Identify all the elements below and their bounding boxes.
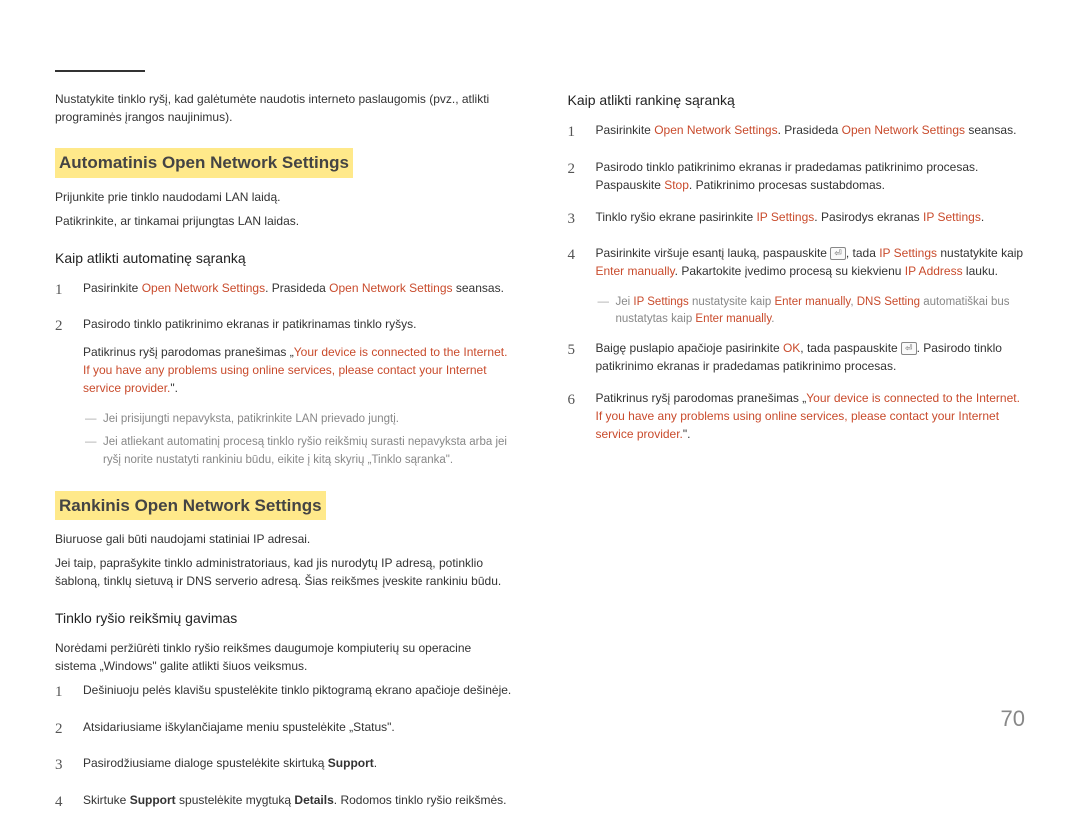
manual-steps: 1 Pasirinkite Open Network Settings. Pra…: [568, 121, 1026, 280]
values-step-2: 2 Atsidariusiame iškylančiajame meniu sp…: [55, 718, 513, 741]
auto-step-2: 2 Pasirodo tinklo patikrinimo ekranas ir…: [55, 315, 513, 397]
step-number: 1: [568, 121, 582, 144]
note-manual: Jei atliekant automatinį procesą tinklo …: [85, 434, 513, 469]
auto-p1: Prijunkite prie tinklo naudodami LAN lai…: [55, 188, 513, 206]
step-number: 2: [568, 158, 582, 194]
step-text: Skirtuke Support spustelėkite mygtuką De…: [83, 791, 513, 814]
step-text: Pasirinkite viršuje esantį lauką, paspau…: [596, 244, 1026, 280]
heading-manual-setup: Kaip atlikti rankinę sąranką: [568, 90, 1026, 111]
values-steps: 1 Dešiniuoju pelės klavišu spustelėkite …: [55, 681, 513, 813]
step-text: Patikrinus ryšį parodomas pranešimas „Yo…: [596, 389, 1026, 443]
step-number: 3: [568, 208, 582, 231]
step-text: Baigę puslapio apačioje pasirinkite OK, …: [596, 339, 1026, 375]
page-number: 70: [1001, 702, 1025, 735]
heading-manual-ons: Rankinis Open Network Settings: [55, 491, 326, 521]
manual-step-2: 2 Pasirodo tinklo patikrinimo ekranas ir…: [568, 158, 1026, 194]
step-text: Pasirinkite Open Network Settings. Prasi…: [83, 279, 513, 302]
step-number: 3: [55, 754, 69, 777]
manual-steps-cont: 5 Baigę puslapio apačioje pasirinkite OK…: [568, 339, 1026, 443]
manual-step-1: 1 Pasirinkite Open Network Settings. Pra…: [568, 121, 1026, 144]
step-number: 2: [55, 718, 69, 741]
auto-notes: Jei prisijungti nepavyksta, patikrinkite…: [85, 411, 513, 469]
step-number: 4: [568, 244, 582, 280]
step-number: 5: [568, 339, 582, 375]
step-number: 2: [55, 315, 69, 397]
intro-text: Nustatykite tinklo ryšį, kad galėtumėte …: [55, 90, 513, 126]
header-rule: [55, 70, 145, 72]
values-step-1: 1 Dešiniuoju pelės klavišu spustelėkite …: [55, 681, 513, 704]
note-ip-dns: Jei IP Settings nustatysite kaip Enter m…: [598, 294, 1026, 329]
step-text: Tinklo ryšio ekrane pasirinkite IP Setti…: [596, 208, 1026, 231]
manual-step-6: 6 Patikrinus ryšį parodomas pranešimas „…: [568, 389, 1026, 443]
right-column: Kaip atlikti rankinę sąranką 1 Pasirinki…: [568, 90, 1026, 827]
note-lan: Jei prisijungti nepavyksta, patikrinkite…: [85, 411, 513, 428]
enter-key-icon: ⏎: [901, 342, 917, 355]
step-text: Atsidariusiame iškylančiajame meniu spus…: [83, 718, 513, 741]
step-number: 1: [55, 681, 69, 704]
values-step-3: 3 Pasirodžiusiame dialoge spustelėkite s…: [55, 754, 513, 777]
values-step-4: 4 Skirtuke Support spustelėkite mygtuką …: [55, 791, 513, 814]
manual-p1: Biuruose gali būti naudojami statiniai I…: [55, 530, 513, 548]
step-text: Dešiniuoju pelės klavišu spustelėkite ti…: [83, 681, 513, 704]
manual-step-4: 4 Pasirinkite viršuje esantį lauką, pasp…: [568, 244, 1026, 280]
step-number: 1: [55, 279, 69, 302]
step-number: 6: [568, 389, 582, 443]
heading-get-values: Tinklo ryšio reikšmių gavimas: [55, 608, 513, 629]
manual-step-3: 3 Tinklo ryšio ekrane pasirinkite IP Set…: [568, 208, 1026, 231]
step-number: 4: [55, 791, 69, 814]
auto-steps: 1 Pasirinkite Open Network Settings. Pra…: [55, 279, 513, 398]
heading-auto-ons: Automatinis Open Network Settings: [55, 148, 353, 178]
enter-key-icon: ⏎: [830, 247, 846, 260]
step-text: Pasirodžiusiame dialoge spustelėkite ski…: [83, 754, 513, 777]
heading-auto-setup: Kaip atlikti automatinę sąranką: [55, 248, 513, 269]
left-column: Nustatykite tinklo ryšį, kad galėtumėte …: [55, 90, 513, 827]
step-text: Pasirinkite Open Network Settings. Prasi…: [596, 121, 1026, 144]
manual-step-5: 5 Baigę puslapio apačioje pasirinkite OK…: [568, 339, 1026, 375]
two-column-layout: Nustatykite tinklo ryšį, kad galėtumėte …: [55, 90, 1025, 827]
auto-p2: Patikrinkite, ar tinkamai prijungtas LAN…: [55, 212, 513, 230]
manual-p3: Norėdami peržiūrėti tinklo ryšio reikšme…: [55, 639, 513, 675]
step-text: Pasirodo tinklo patikrinimo ekranas ir p…: [596, 158, 1026, 194]
auto-step-1: 1 Pasirinkite Open Network Settings. Pra…: [55, 279, 513, 302]
manual-p2: Jei taip, paprašykite tinklo administrat…: [55, 554, 513, 590]
step-text: Pasirodo tinklo patikrinimo ekranas ir p…: [83, 315, 513, 397]
